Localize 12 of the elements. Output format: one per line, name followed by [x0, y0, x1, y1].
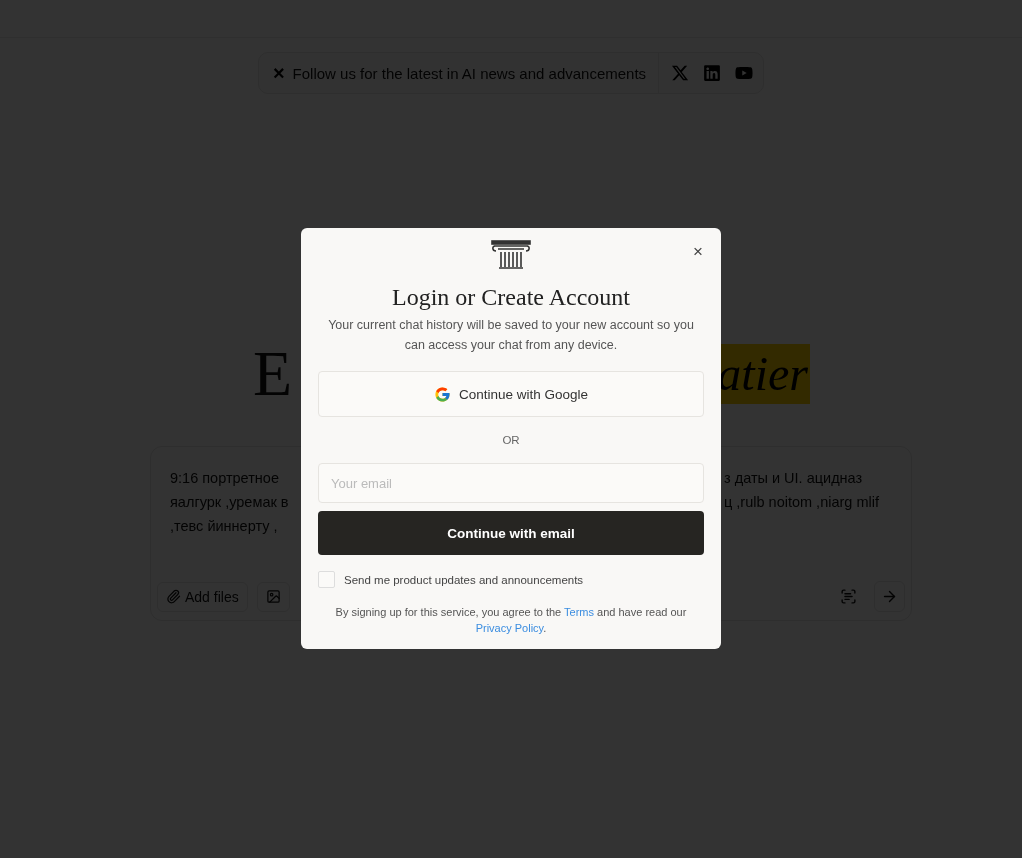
google-icon [433, 385, 451, 403]
legal-text: By signing up for this service, you agree to the Terms and have read our Privacy Policy. [334, 605, 688, 636]
dialog-title: Login or Create Account [392, 284, 630, 311]
column-icon [491, 240, 531, 270]
checkbox-label: Send me product updates and announcements [344, 573, 584, 586]
checkbox[interactable] [318, 571, 335, 588]
close-button[interactable]: × [693, 242, 703, 262]
dialog-subtitle: Your current chat history will be saved to your new account so you can access your chat from any device. [327, 317, 695, 354]
google-button[interactable]: Continue with Google [318, 371, 704, 417]
email-button[interactable]: Continue with email [318, 511, 704, 555]
email-field[interactable]: Your email [318, 463, 704, 503]
or-divider: OR [502, 434, 520, 446]
